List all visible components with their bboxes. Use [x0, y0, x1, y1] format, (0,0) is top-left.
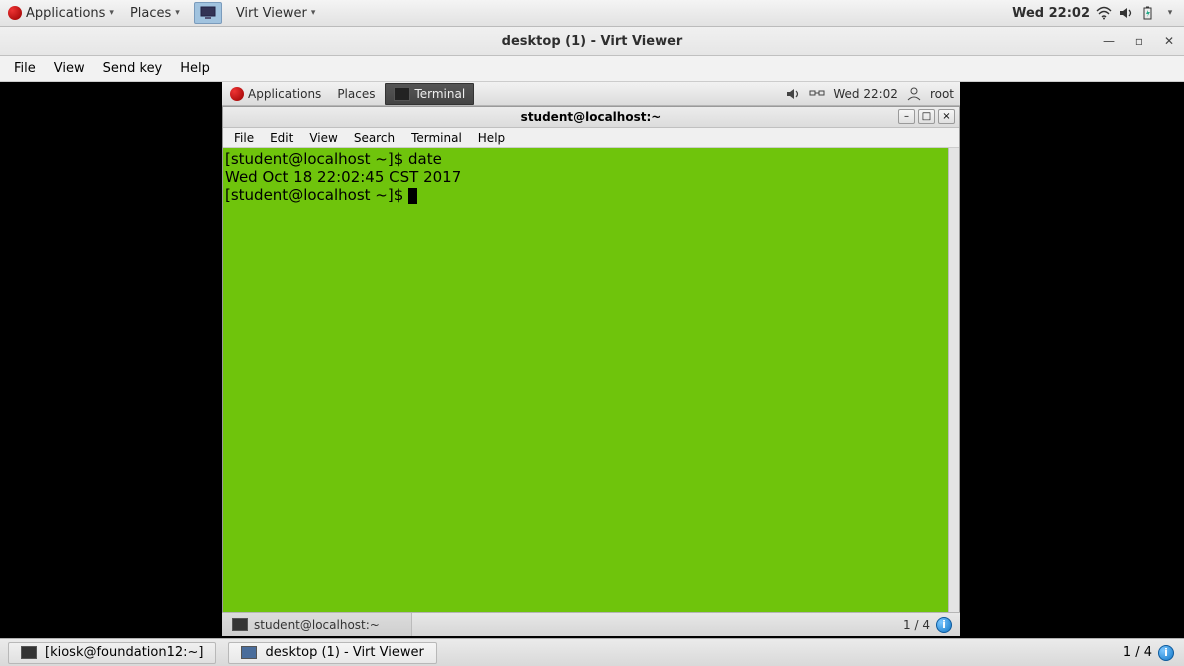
minimize-button[interactable]: —	[1102, 34, 1116, 48]
guest-desktop: Applications Places Terminal	[222, 82, 960, 636]
guest-bottom-panel: student@localhost:~ 1 / 4 i	[222, 612, 960, 636]
battery-icon[interactable]	[1140, 6, 1156, 20]
host-panel-right: Wed 22:02 ▾	[1012, 0, 1184, 26]
host-panel-left: Applications ▾ Places ▾ Virt Viewer ▾	[0, 0, 323, 26]
vv-menu-view[interactable]: View	[46, 59, 93, 78]
virtviewer-window: desktop (1) - Virt Viewer — ▫ ✕ File Vie…	[0, 27, 1184, 638]
chevron-down-icon: ▾	[175, 8, 180, 18]
terminal-icon	[21, 646, 37, 659]
terminal-prompt: [student@localhost ~]$	[225, 186, 408, 204]
term-menu-search[interactable]: Search	[347, 130, 402, 146]
term-menu-terminal[interactable]: Terminal	[404, 130, 469, 146]
guest-menu-applications-label: Applications	[248, 87, 321, 101]
scrollbar[interactable]	[948, 148, 959, 635]
redhat-icon	[230, 87, 244, 101]
system-menu-icon[interactable]: ▾	[1162, 6, 1178, 20]
close-button[interactable]: ×	[938, 109, 955, 124]
virtviewer-title: desktop (1) - Virt Viewer	[502, 34, 683, 49]
terminal-menubar: File Edit View Search Terminal Help	[223, 128, 959, 148]
terminal-line: Wed Oct 18 22:02:45 CST 2017	[225, 168, 957, 186]
guest-menu-places[interactable]: Places	[329, 82, 383, 105]
terminal-body[interactable]: [student@localhost ~]$ date Wed Oct 18 2…	[223, 148, 959, 635]
term-menu-edit[interactable]: Edit	[263, 130, 300, 146]
guest-clock[interactable]: Wed 22:02	[833, 87, 898, 101]
terminal-line: [student@localhost ~]$ date	[225, 150, 957, 168]
vv-menu-file[interactable]: File	[6, 59, 44, 78]
host-workspace-indicator[interactable]: 1 / 4 i	[1115, 645, 1184, 661]
guest-bottom-task-label: student@localhost:~	[254, 618, 380, 632]
host-task-kiosk-terminal[interactable]: [kiosk@foundation12:~]	[8, 642, 216, 664]
guest-top-panel: Applications Places Terminal	[222, 82, 960, 106]
guest-bottom-task-terminal[interactable]: student@localhost:~	[222, 613, 412, 636]
host-clock[interactable]: Wed 22:02	[1012, 6, 1090, 21]
virtviewer-window-controls: — ▫ ✕	[1102, 27, 1176, 55]
cursor-icon	[408, 188, 417, 204]
host-active-app-label: Virt Viewer	[236, 6, 307, 21]
host-menu-applications[interactable]: Applications ▾	[0, 0, 122, 26]
guest-workspace-label: 1 / 4	[903, 618, 930, 632]
virtviewer-menubar: File View Send key Help	[0, 56, 1184, 82]
info-icon[interactable]: i	[1158, 645, 1174, 661]
maximize-button[interactable]: ▫	[1132, 34, 1146, 48]
host-active-app[interactable]: Virt Viewer ▾	[228, 0, 324, 26]
terminal-window-controls: – □ ×	[898, 109, 955, 124]
term-menu-file[interactable]: File	[227, 130, 261, 146]
vv-menu-sendkey[interactable]: Send key	[95, 59, 171, 78]
term-menu-help[interactable]: Help	[471, 130, 512, 146]
host-task2-label: desktop (1) - Virt Viewer	[265, 645, 423, 660]
host-workspace-label: 1 / 4	[1123, 645, 1152, 660]
maximize-button[interactable]: □	[918, 109, 935, 124]
chevron-down-icon: ▾	[311, 8, 316, 18]
minimize-button[interactable]: –	[898, 109, 915, 124]
guest-user-label[interactable]: root	[930, 87, 954, 101]
volume-icon[interactable]	[1118, 6, 1134, 20]
terminal-icon	[394, 87, 410, 101]
close-button[interactable]: ✕	[1162, 34, 1176, 48]
guest-taskbar-terminal[interactable]: Terminal	[385, 83, 474, 105]
volume-icon[interactable]	[785, 87, 801, 101]
monitor-icon	[241, 646, 257, 659]
user-icon[interactable]	[906, 87, 922, 101]
guest-menu-applications[interactable]: Applications	[222, 82, 329, 105]
guest-menu-places-label: Places	[337, 87, 375, 101]
host-task1-label: [kiosk@foundation12:~]	[45, 645, 203, 660]
terminal-titlebar[interactable]: student@localhost:~ – □ ×	[223, 107, 959, 128]
host-top-panel: Applications ▾ Places ▾ Virt Viewer ▾ We…	[0, 0, 1184, 27]
terminal-line: [student@localhost ~]$	[225, 186, 957, 204]
guest-task-label: Terminal	[414, 87, 465, 101]
wifi-icon[interactable]	[1096, 6, 1112, 20]
terminal-window: student@localhost:~ – □ × File Edit View…	[222, 106, 960, 636]
redhat-icon	[8, 6, 22, 20]
info-icon[interactable]: i	[936, 617, 952, 633]
network-icon[interactable]	[809, 87, 825, 101]
terminal-icon	[232, 618, 248, 631]
host-menu-places-label: Places	[130, 6, 171, 21]
virtviewer-display[interactable]: Applications Places Terminal	[0, 82, 1184, 638]
host-task-virtviewer[interactable]: desktop (1) - Virt Viewer	[228, 642, 436, 664]
term-menu-view[interactable]: View	[302, 130, 344, 146]
host-menu-places[interactable]: Places ▾	[122, 0, 188, 26]
host-bottom-panel: [kiosk@foundation12:~] desktop (1) - Vir…	[0, 638, 1184, 666]
chevron-down-icon: ▾	[109, 8, 114, 18]
chevron-down-icon: ▾	[1168, 8, 1173, 18]
vv-menu-help[interactable]: Help	[172, 59, 218, 78]
monitor-icon	[200, 6, 216, 20]
guest-workspace-indicator[interactable]: 1 / 4 i	[895, 617, 960, 633]
host-launcher-virtviewer[interactable]	[194, 2, 222, 24]
virtviewer-titlebar[interactable]: desktop (1) - Virt Viewer — ▫ ✕	[0, 27, 1184, 56]
terminal-title: student@localhost:~	[521, 110, 662, 124]
host-menu-applications-label: Applications	[26, 6, 105, 21]
